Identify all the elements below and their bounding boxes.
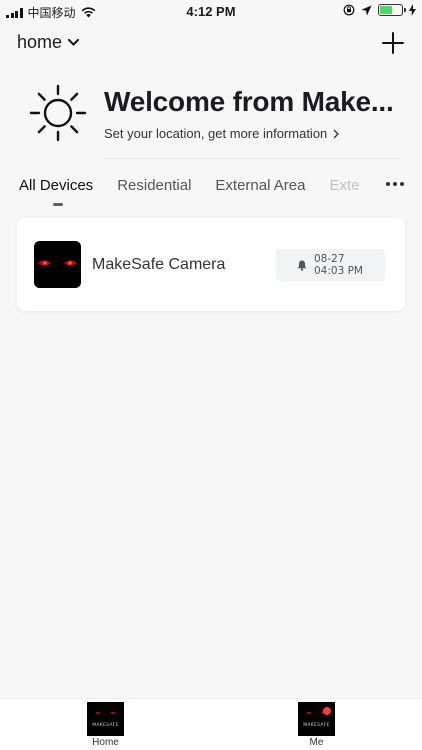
tab-residential[interactable]: Residential bbox=[117, 177, 191, 194]
nav-home[interactable]: MAKESAFE Home bbox=[87, 702, 124, 748]
status-icons bbox=[343, 4, 416, 16]
sun-icon bbox=[29, 84, 87, 142]
chevron-down-icon bbox=[68, 39, 80, 46]
red-eyes-logo bbox=[34, 241, 81, 288]
notification-badge bbox=[323, 707, 331, 715]
tab-extra[interactable]: Exte bbox=[329, 177, 359, 194]
tab-external-area[interactable]: External Area bbox=[215, 177, 305, 194]
divider bbox=[104, 158, 400, 159]
dot-icon bbox=[400, 182, 404, 186]
alert-time: 04:03 PM bbox=[314, 265, 363, 277]
dot-icon bbox=[393, 182, 397, 186]
room-tabs: All Devices Residential External Area Ex… bbox=[19, 177, 375, 194]
tab-all-devices[interactable]: All Devices bbox=[19, 177, 93, 194]
status-bar: 中国移动 4:12 PM bbox=[0, 0, 422, 24]
charging-icon bbox=[409, 4, 416, 16]
device-card[interactable]: MakeSafe Camera 08-27 04:03 PM bbox=[17, 218, 405, 311]
alert-chip[interactable]: 08-27 04:03 PM bbox=[276, 249, 385, 281]
home-selector-label: home bbox=[17, 32, 63, 52]
alert-timestamp: 08-27 04:03 PM bbox=[314, 253, 363, 277]
bottom-nav: MAKESAFE Home MAKESAFE Me bbox=[0, 698, 422, 750]
brand-text: MAKESAFE bbox=[92, 723, 119, 728]
nav-me-label: Me bbox=[309, 737, 324, 748]
nav-me[interactable]: MAKESAFE Me bbox=[298, 702, 335, 748]
alert-date: 08-27 bbox=[314, 253, 345, 265]
home-selector[interactable]: home bbox=[17, 32, 80, 53]
set-location-text: Set your location, get more information bbox=[104, 126, 328, 141]
more-tabs-button[interactable] bbox=[386, 182, 404, 186]
location-arrow-icon bbox=[361, 5, 372, 15]
dot-icon bbox=[386, 182, 390, 186]
home-tab-icon: MAKESAFE bbox=[87, 702, 124, 736]
brand-text: MAKESAFE bbox=[303, 723, 330, 728]
welcome-title: Welcome from Make... bbox=[104, 86, 394, 117]
device-name: MakeSafe Camera bbox=[92, 256, 226, 273]
orientation-lock-icon bbox=[343, 4, 355, 16]
camera-thumbnail-icon bbox=[34, 241, 81, 288]
set-location-link[interactable]: Set your location, get more information bbox=[104, 126, 340, 141]
add-button[interactable] bbox=[382, 32, 404, 54]
bell-icon bbox=[297, 260, 307, 271]
battery-icon bbox=[378, 4, 406, 16]
me-tab-icon: MAKESAFE bbox=[298, 702, 335, 736]
nav-home-label: Home bbox=[92, 737, 119, 748]
chevron-right-icon bbox=[333, 129, 340, 138]
active-tab-indicator bbox=[53, 203, 63, 206]
